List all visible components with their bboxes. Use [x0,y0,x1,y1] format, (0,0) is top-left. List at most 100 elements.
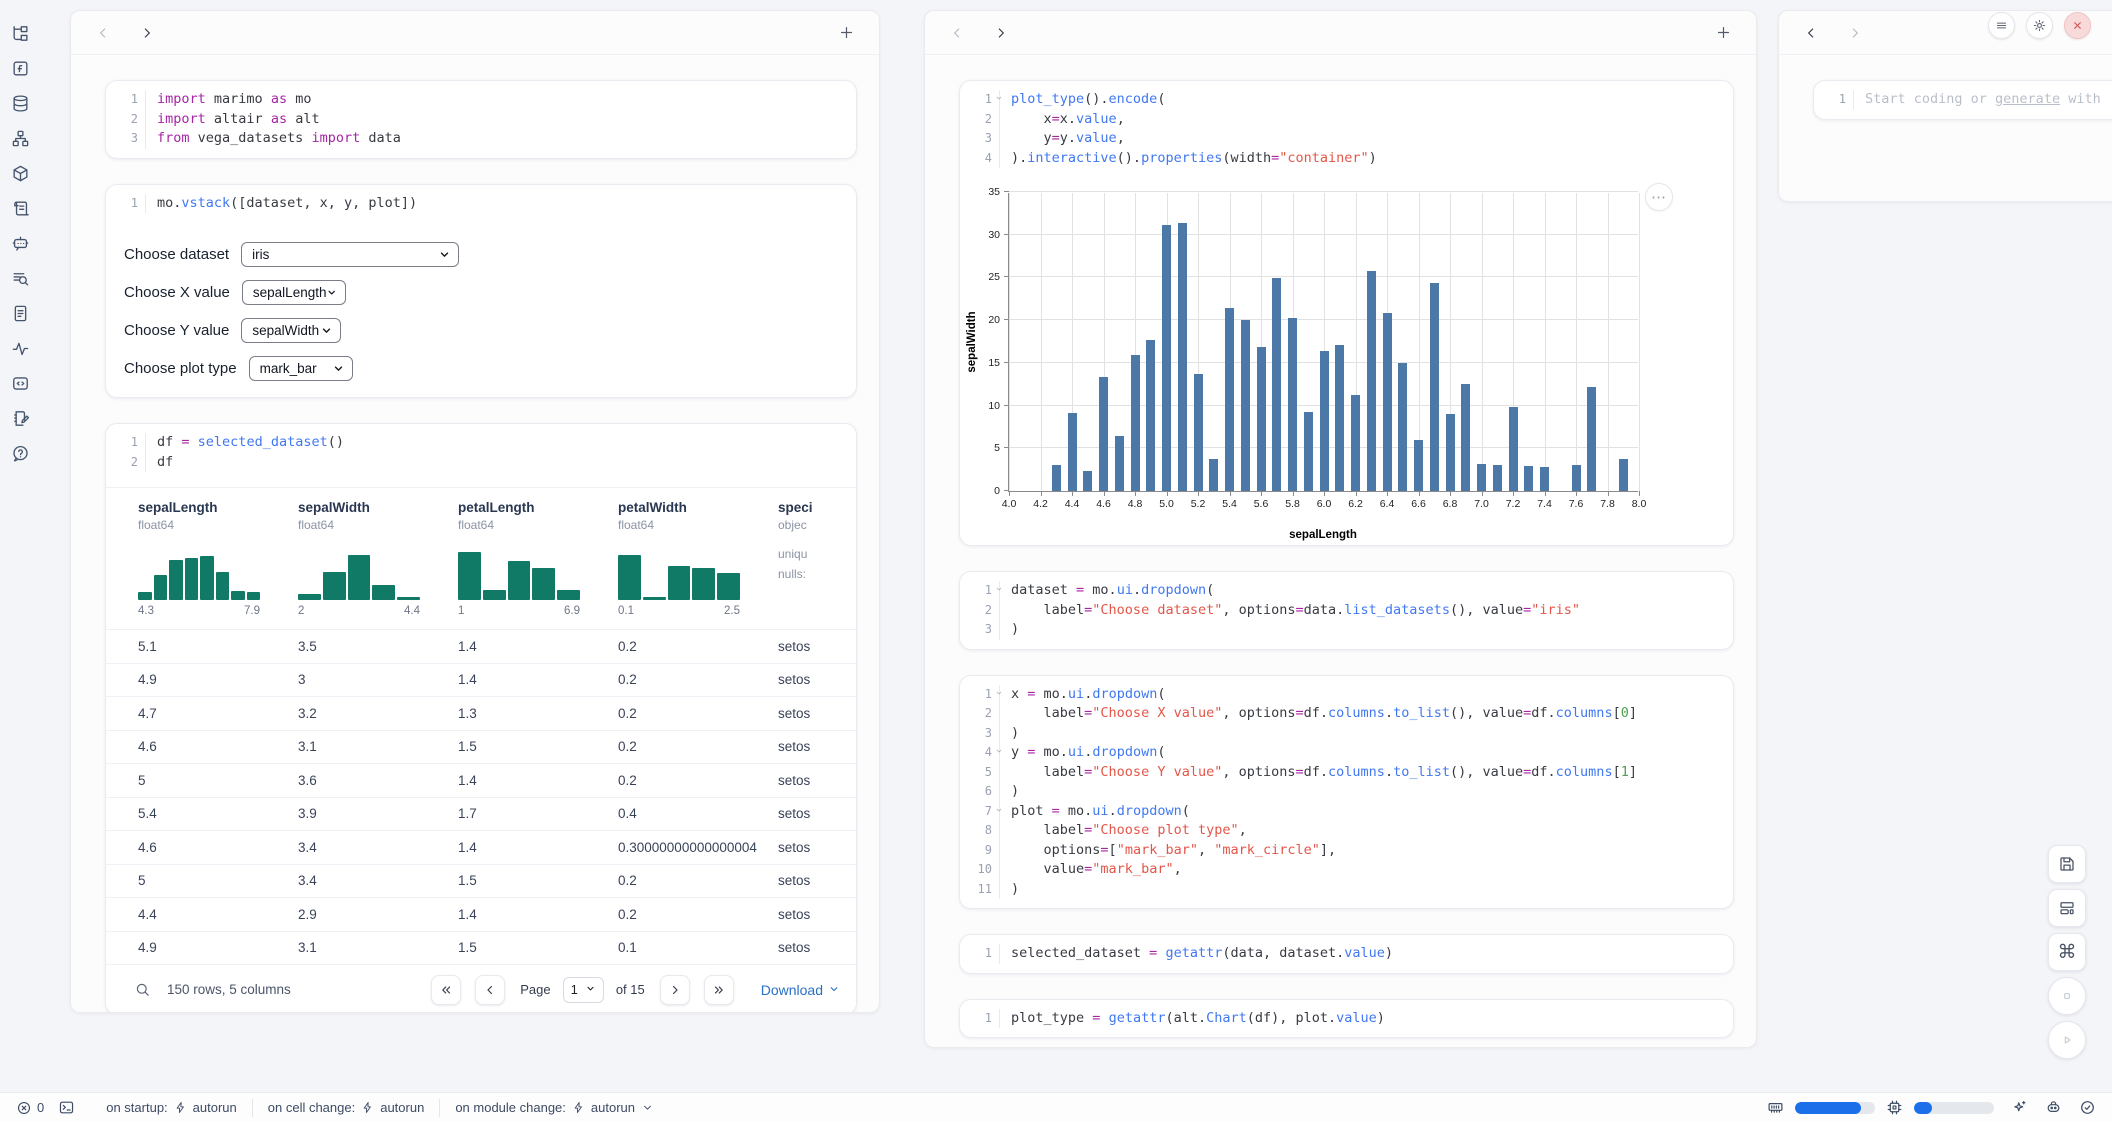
ram-meter[interactable] [1795,1102,1875,1114]
table-row[interactable]: 4.63.41.40.30000000000000004setos [106,830,856,864]
chart-bar[interactable] [1320,351,1329,491]
table-column-header[interactable]: sepalWidthfloat6424.4 [298,500,458,617]
chart-bar[interactable] [1461,384,1470,491]
add-column-button[interactable] [838,24,855,41]
file-tree-icon[interactable] [7,20,33,46]
chart-bar[interactable] [1099,377,1108,491]
last-page-button[interactable] [704,975,734,1005]
chart-bar[interactable] [1083,471,1092,491]
table-row[interactable]: 4.73.21.30.2setos [106,696,856,730]
chart-bar[interactable] [1162,225,1171,492]
table-column-header[interactable]: petalLengthfloat6416.9 [458,500,618,617]
autorun-setting[interactable]: on module change: autorun [440,1099,669,1117]
errors-indicator[interactable]: 0 [16,1100,44,1116]
code-editor[interactable]: 1df = selected_dataset()2df [106,424,856,481]
prev-page-button[interactable] [475,975,505,1005]
chart-bar[interactable] [1272,278,1281,491]
chart-bar[interactable] [1414,440,1423,491]
chart-bar[interactable] [1398,363,1407,491]
chat-bot-icon[interactable] [7,230,33,256]
next-page-button[interactable] [660,975,690,1005]
y-value-select[interactable]: sepalWidth [241,318,341,343]
table-row[interactable]: 5.43.91.70.4setos [106,797,856,831]
code-editor[interactable]: 1mo.vstack([dataset, x, y, plot]) [106,185,856,223]
generate-with-ai-link[interactable]: generate [1995,91,2060,107]
column-next-button[interactable] [993,25,1009,41]
chart-bar[interactable] [1241,320,1250,491]
package-icon[interactable] [7,160,33,186]
table-row[interactable]: 53.61.40.2setos [106,763,856,797]
chart-bar[interactable] [1430,283,1439,491]
ai-sparkle-icon[interactable] [2011,1099,2028,1116]
connected-icon[interactable] [2079,1099,2096,1116]
tracing-icon[interactable] [7,335,33,361]
chart-bar[interactable] [1524,466,1533,491]
settings-button[interactable] [2026,12,2053,39]
logs-search-icon[interactable] [7,265,33,291]
code-editor[interactable]: 1plot_type().encode(2 x=x.value,3 y=y.va… [960,81,1733,177]
cpu-meter[interactable] [1914,1102,1994,1114]
table-row[interactable]: 4.931.40.2setos [106,663,856,697]
code-editor[interactable]: 1import marimo as mo2import altair as al… [106,81,856,158]
column-prev-button[interactable] [1803,25,1819,41]
column-prev-button[interactable] [95,25,111,41]
chart-bar[interactable] [1131,355,1140,491]
chart-bar[interactable] [1367,271,1376,491]
layout-button[interactable] [2048,889,2086,927]
chart-bar[interactable] [1068,413,1077,491]
empty-cell-input[interactable]: Start coding or generate with [1865,90,2109,110]
keyboard-shortcuts-button[interactable]: ⌘ [2048,933,2086,971]
table-row[interactable]: 4.63.11.50.2setos [106,730,856,764]
table-row[interactable]: 4.42.91.40.2setos [106,897,856,931]
chart-bar[interactable] [1383,313,1392,491]
column-next-button[interactable] [1847,25,1863,41]
fold-toggle-icon[interactable] [995,585,1003,593]
x-value-select[interactable]: sepalLength [242,280,346,305]
chart-bar[interactable] [1146,340,1155,491]
run-button[interactable] [2048,1021,2086,1059]
help-icon[interactable] [7,440,33,466]
table-column-header[interactable]: sepalLengthfloat644.37.9 [138,500,298,617]
table-column-header[interactable]: speciobjecuniqunulls: [778,500,856,617]
dataset-select[interactable]: iris [241,242,459,267]
table-row[interactable]: 53.41.50.2setos [106,864,856,898]
snippets-icon[interactable] [7,370,33,396]
chart-bar[interactable] [1304,412,1313,491]
search-icon[interactable] [134,981,151,998]
fold-toggle-icon[interactable] [995,94,1003,102]
functions-icon[interactable] [7,55,33,81]
terminal-button[interactable] [58,1099,75,1116]
chart-bar[interactable] [1572,465,1581,491]
chart-bar[interactable] [1335,345,1344,491]
chart-bar[interactable] [1257,347,1266,491]
first-page-button[interactable] [431,975,461,1005]
fold-toggle-icon[interactable] [995,806,1003,814]
chart-bar[interactable] [1225,308,1234,491]
scratchpad-icon[interactable] [7,405,33,431]
documentation-icon[interactable] [7,300,33,326]
save-button[interactable] [2048,845,2086,883]
autorun-setting[interactable]: on startup: autorun [91,1099,253,1117]
table-row[interactable]: 5.13.51.40.2setos [106,629,856,663]
chart-actions-button[interactable]: ⋯ [1645,183,1673,211]
chart-bar[interactable] [1540,467,1549,491]
download-button[interactable]: Download [761,982,840,998]
table-row[interactable]: 4.93.11.50.1setos [106,931,856,965]
table-column-header[interactable]: petalWidthfloat640.12.5 [618,500,778,617]
chart-bar[interactable] [1209,459,1218,491]
fold-toggle-icon[interactable] [995,747,1003,755]
code-editor[interactable]: 1dataset = mo.ui.dropdown(2 label="Choos… [960,572,1733,649]
code-editor[interactable]: 1x = mo.ui.dropdown(2 label="Choose X va… [960,676,1733,909]
add-column-button[interactable] [1715,24,1732,41]
chart-bar[interactable] [1194,374,1203,491]
database-icon[interactable] [7,90,33,116]
autorun-setting[interactable]: on cell change: autorun [253,1099,441,1117]
column-next-button[interactable] [139,25,155,41]
chart-bar[interactable] [1115,436,1124,491]
chart-bar[interactable] [1351,395,1360,492]
copilot-icon[interactable] [2045,1099,2062,1116]
chart-bar[interactable] [1619,459,1628,492]
code-editor[interactable]: 1plot_type = getattr(alt.Chart(df), plot… [960,1000,1733,1038]
plot-type-select[interactable]: mark_bar [249,356,353,381]
chart-bar[interactable] [1509,407,1518,491]
